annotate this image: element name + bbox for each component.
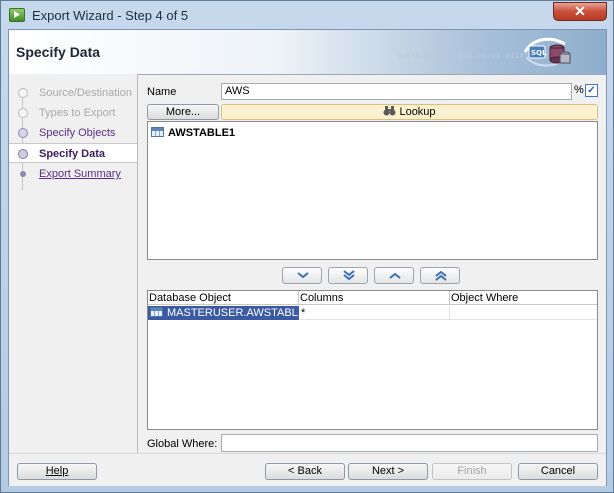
step-label: Specify Objects: [39, 127, 116, 139]
finish-button-label: Finish: [457, 465, 487, 477]
step-export-summary[interactable]: Export Summary: [9, 164, 137, 184]
column-header-columns[interactable]: Columns: [299, 291, 450, 305]
svg-text:SQL: SQL: [531, 49, 547, 57]
step-types-to-export: Types to Export: [9, 103, 137, 123]
step-specify-data[interactable]: Specify Data: [9, 143, 137, 163]
auto-query-checkbox[interactable]: ✓: [585, 84, 598, 97]
step-dot: [20, 171, 26, 177]
selected-objects-table[interactable]: Database Object Columns Object Where MAS…: [147, 290, 598, 430]
export-wizard-window: Export Wizard - Step 4 of 5 ✕ Specify Da…: [0, 0, 614, 493]
step-label: Types to Export: [39, 107, 116, 119]
move-all-up-button[interactable]: [420, 267, 460, 284]
cancel-button[interactable]: Cancel: [518, 463, 598, 480]
page-title: Specify Data: [16, 44, 101, 60]
move-up-button[interactable]: [374, 267, 414, 284]
global-where-label: Global Where:: [147, 438, 218, 450]
step-dot: [18, 128, 28, 138]
move-down-button[interactable]: [282, 267, 322, 284]
wildcard-label: %: [574, 84, 584, 96]
step-dot: [18, 149, 28, 159]
move-up-icon: [389, 272, 401, 279]
window-title: Export Wizard - Step 4 of 5: [32, 8, 189, 23]
close-button[interactable]: ✕: [553, 2, 607, 21]
cancel-button-label: Cancel: [540, 465, 576, 477]
list-item[interactable]: AWSTABLE1: [151, 127, 235, 139]
step-label: Export Summary: [39, 168, 121, 180]
move-all-down-icon: [343, 270, 355, 281]
app-icon: [9, 8, 25, 22]
wizard-button-bar: Help < Back Next > Finish Cancel: [9, 453, 606, 486]
name-label: Name: [147, 86, 177, 98]
available-objects-panel[interactable]: AWSTABLE1: [147, 121, 598, 260]
step-source-destination: Source/Destination: [9, 83, 137, 103]
name-filter-input[interactable]: AWS: [221, 83, 572, 100]
step-dot: [18, 88, 28, 98]
table-row-where-cell[interactable]: [450, 306, 597, 320]
wizard-body: Specify Data 0101010110101010100101 0110…: [8, 29, 607, 486]
help-button-label: Help: [45, 465, 69, 477]
back-button-label: < Back: [288, 465, 322, 477]
title-bar: Export Wizard - Step 4 of 5 ✕: [1, 1, 613, 29]
column-header-database-object[interactable]: Database Object: [148, 291, 299, 305]
finish-button: Finish: [432, 463, 512, 480]
step-label: Source/Destination: [39, 87, 132, 99]
more-button[interactable]: More...: [147, 104, 219, 120]
step-specify-objects[interactable]: Specify Objects: [9, 123, 137, 143]
binoculars-icon: [383, 106, 396, 116]
help-button[interactable]: Help: [17, 463, 97, 480]
back-button[interactable]: < Back: [265, 463, 345, 480]
step-dot: [18, 108, 28, 118]
move-down-icon: [297, 272, 309, 279]
lookup-button[interactable]: Lookup: [221, 104, 598, 120]
next-button[interactable]: Next >: [348, 463, 428, 480]
object-name: AWSTABLE1: [168, 127, 236, 139]
step-label: Specify Data: [39, 148, 106, 160]
next-button-label: Next >: [371, 465, 405, 477]
header-banner: Specify Data 0101010110101010100101 0110…: [9, 30, 606, 75]
move-all-down-button[interactable]: [328, 267, 368, 284]
wizard-steps-panel: Source/Destination Types to Export Speci…: [9, 74, 138, 453]
table-row-object-cell[interactable]: MASTERUSER.AWSTABL...: [148, 306, 299, 320]
database-export-icon: SQL: [523, 37, 571, 67]
column-header-object-where[interactable]: Object Where: [450, 291, 597, 305]
table-icon: [150, 307, 163, 317]
row-object-name: MASTERUSER.AWSTABL...: [167, 307, 299, 319]
move-all-up-icon: [435, 270, 447, 281]
global-where-input[interactable]: [221, 434, 598, 452]
table-icon: [151, 127, 164, 137]
lookup-label: Lookup: [399, 106, 436, 118]
table-row-columns-cell[interactable]: *: [299, 306, 450, 320]
